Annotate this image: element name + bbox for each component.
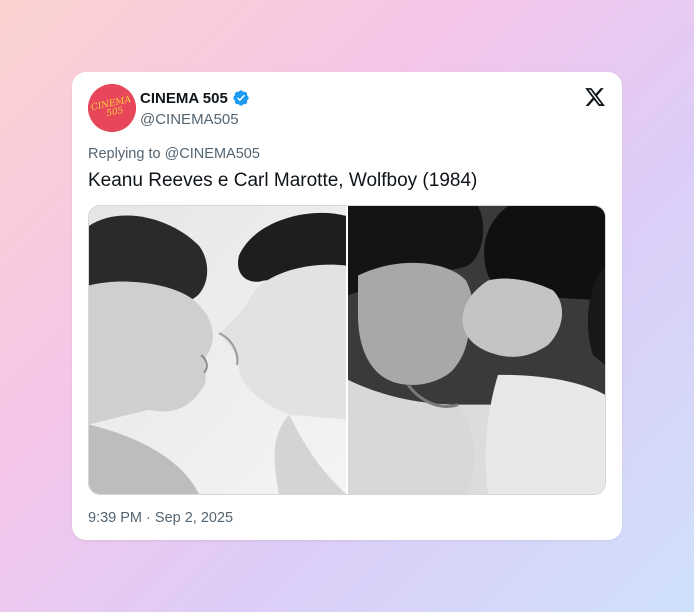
verified-badge-icon [233,90,249,106]
tweet-timestamp[interactable]: 9:39 PM · Sep 2, 2025 [88,510,233,526]
timestamp-separator: · [146,510,151,526]
replying-to-line: Replying to @CINEMA505 [88,146,260,162]
author-display-name[interactable]: CINEMA 505 [140,90,228,107]
replying-to-handle[interactable]: @CINEMA505 [165,146,260,162]
avatar-logo: CINEMA 505 [88,84,136,132]
tweet-media-grid[interactable] [88,205,606,495]
tweet-card: CINEMA 505 CINEMA 505 @CINEMA505 Replyin… [72,72,622,540]
tweet-text: Keanu Reeves e Carl Marotte, Wolfboy (19… [88,170,478,191]
x-logo-icon[interactable] [584,86,606,108]
replying-to-prefix: Replying to [88,146,161,162]
author-avatar[interactable]: CINEMA 505 [88,84,136,132]
photo-illustration-2 [348,206,605,494]
tweet-date: Sep 2, 2025 [154,510,234,526]
author-name-row: CINEMA 505 [140,89,250,107]
photo-illustration-1 [89,206,346,494]
media-photo-1[interactable] [89,206,346,494]
media-photo-2[interactable] [348,206,605,494]
tweet-time: 9:39 PM [88,510,142,526]
author-handle[interactable]: @CINEMA505 [140,111,239,128]
